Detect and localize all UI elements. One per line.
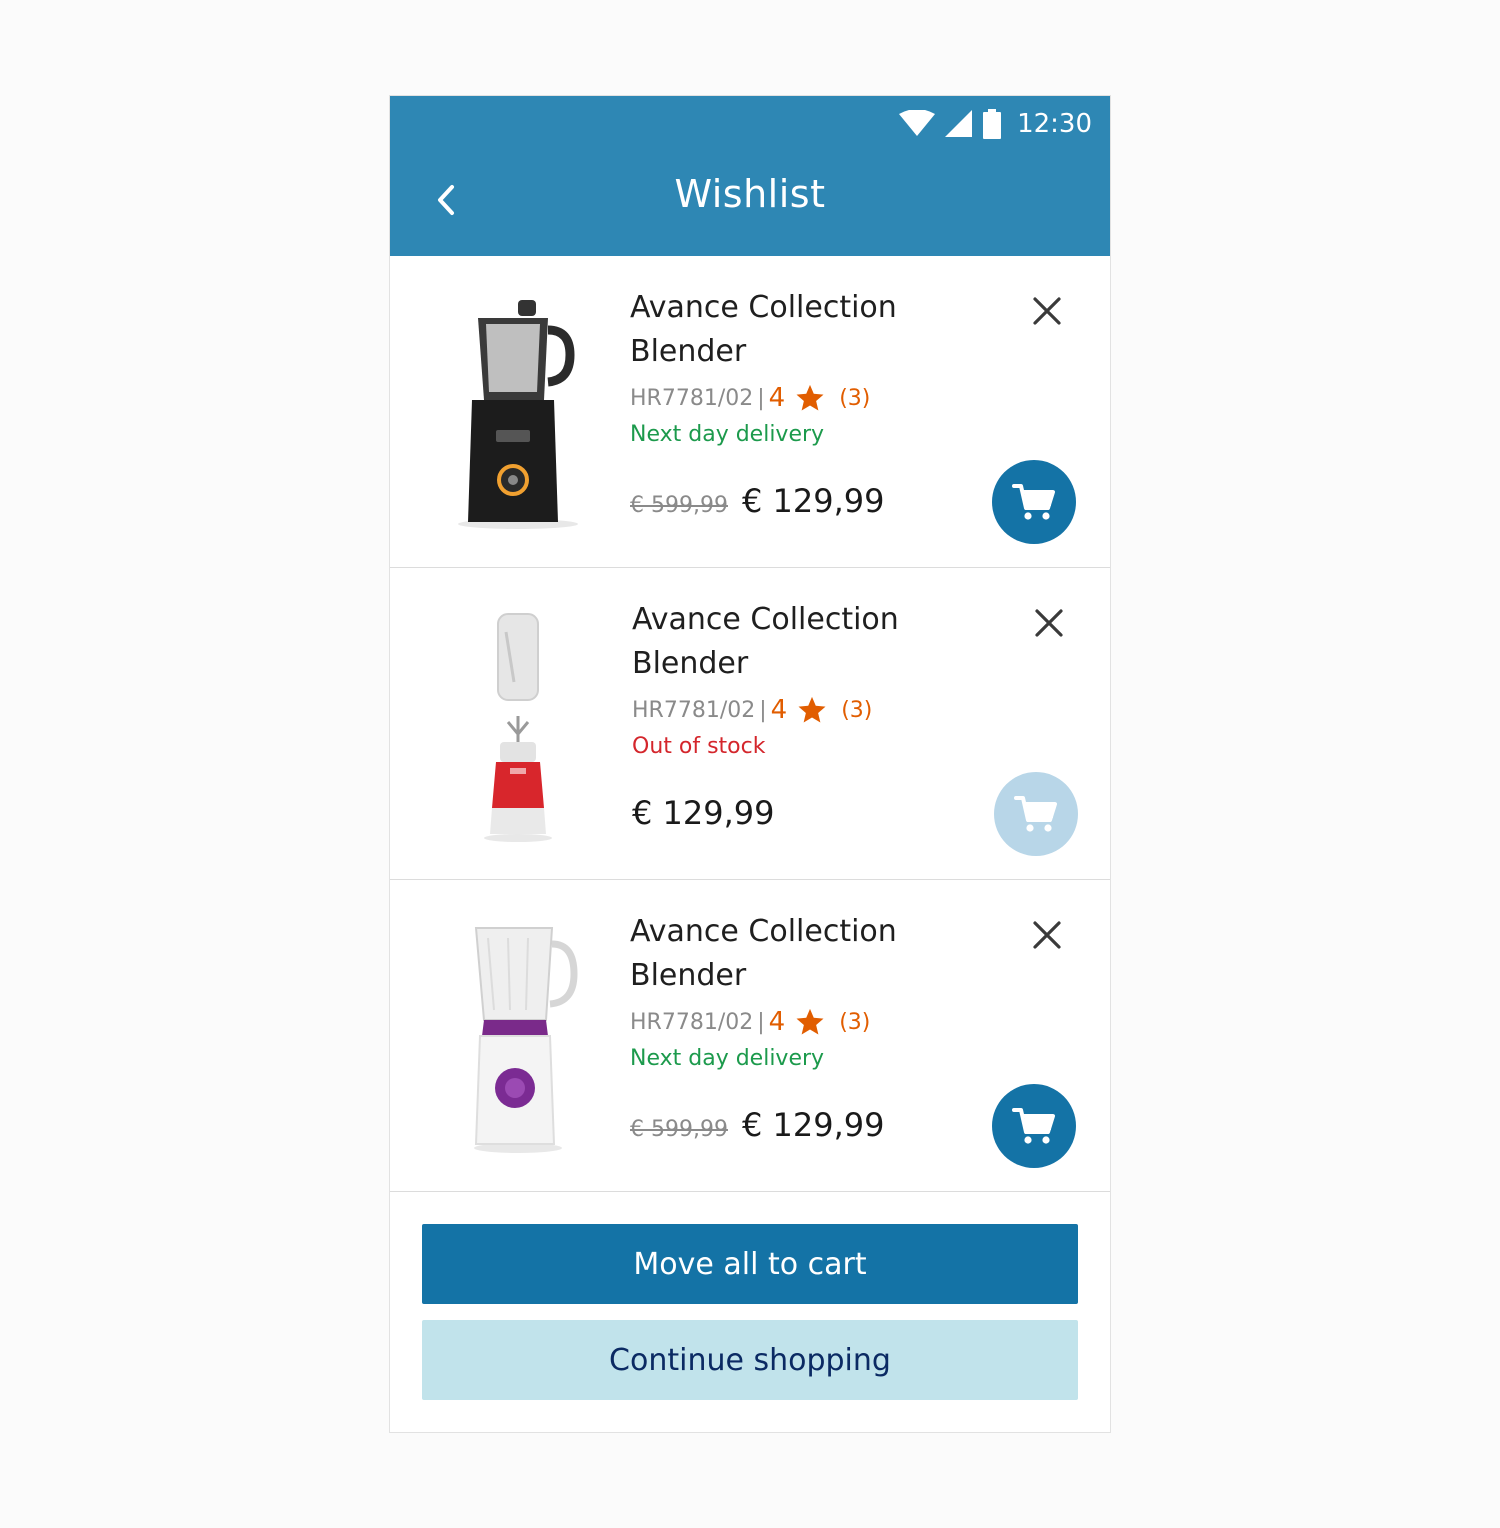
product-sku: HR7781/02: [632, 697, 756, 723]
remove-item-button[interactable]: [1032, 606, 1066, 640]
product-meta: HR7781/02 | 4 (3): [632, 692, 872, 728]
wifi-icon: [899, 110, 936, 136]
phone-screen: 12:30 Wishlist Avance Collection Blender…: [390, 96, 1110, 1432]
action-footer: Move all to cart Continue shopping: [390, 1192, 1110, 1432]
product-name[interactable]: Avance Collection Blender: [632, 598, 952, 686]
star-icon: [798, 696, 826, 723]
add-to-cart-button-disabled[interactable]: [994, 772, 1078, 856]
original-price: € 599,99: [630, 493, 728, 518]
rating-value: 4: [768, 1007, 786, 1037]
wishlist-item: Avance Collection Blender HR7781/02 | 4 …: [390, 256, 1110, 568]
current-price: € 129,99: [632, 794, 775, 832]
continue-shopping-button[interactable]: Continue shopping: [422, 1320, 1078, 1400]
product-image-purple-blender[interactable]: [448, 924, 588, 1154]
wishlist-item: Avance Collection Blender HR7781/02 | 4 …: [390, 880, 1110, 1192]
meta-separator: |: [759, 697, 767, 723]
status-bar: 12:30: [899, 104, 1092, 144]
cart-icon: [1012, 484, 1055, 520]
wishlist-item: Avance Collection Blender HR7781/02 | 4 …: [390, 568, 1110, 880]
wishlist: Avance Collection Blender HR7781/02 | 4 …: [390, 256, 1110, 1192]
rating-value: 4: [768, 383, 786, 413]
rating-value: 4: [770, 695, 788, 725]
review-count[interactable]: (3): [839, 1010, 870, 1035]
cart-icon: [1012, 1108, 1055, 1144]
price-group: € 129,99: [632, 794, 775, 832]
signal-icon: [945, 110, 973, 137]
star-icon: [796, 1008, 824, 1035]
add-to-cart-button[interactable]: [992, 1084, 1076, 1168]
price-group: € 599,99 € 129,99: [630, 482, 884, 520]
battery-icon: [983, 109, 1002, 139]
original-price: € 599,99: [630, 1117, 728, 1142]
remove-item-button[interactable]: [1030, 294, 1064, 328]
meta-separator: |: [757, 1009, 765, 1035]
product-image-red-portable-blender[interactable]: [448, 612, 588, 842]
meta-separator: |: [757, 385, 765, 411]
status-time: 12:30: [1017, 109, 1092, 139]
remove-item-button[interactable]: [1030, 918, 1064, 952]
availability-status: Out of stock: [632, 734, 766, 759]
product-name[interactable]: Avance Collection Blender: [630, 910, 950, 998]
product-name[interactable]: Avance Collection Blender: [630, 286, 950, 374]
page-title: Wishlist: [674, 172, 826, 216]
availability-status: Next day delivery: [630, 422, 825, 447]
product-meta: HR7781/02 | 4 (3): [630, 380, 870, 416]
review-count[interactable]: (3): [841, 698, 872, 723]
current-price: € 129,99: [741, 1106, 885, 1144]
add-to-cart-button[interactable]: [992, 460, 1076, 544]
price-group: € 599,99 € 129,99: [630, 1106, 884, 1144]
product-meta: HR7781/02 | 4 (3): [630, 1004, 870, 1040]
cart-icon: [1014, 796, 1057, 832]
product-image-black-blender[interactable]: [448, 300, 588, 530]
product-sku: HR7781/02: [630, 1009, 754, 1035]
app-bar: 12:30 Wishlist: [390, 96, 1110, 256]
product-sku: HR7781/02: [630, 385, 754, 411]
availability-status: Next day delivery: [630, 1046, 825, 1071]
review-count[interactable]: (3): [839, 386, 870, 411]
star-icon: [796, 384, 824, 411]
current-price: € 129,99: [741, 482, 885, 520]
move-all-to-cart-button[interactable]: Move all to cart: [422, 1224, 1078, 1304]
